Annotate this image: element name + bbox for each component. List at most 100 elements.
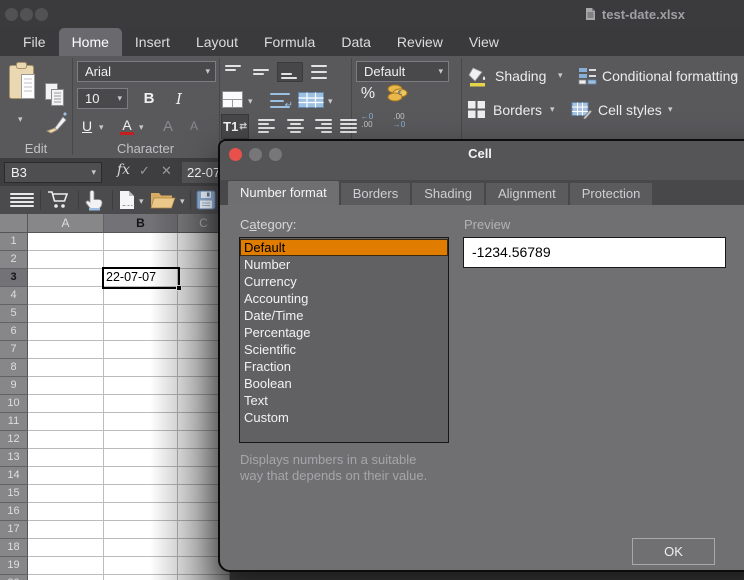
category-option-boolean[interactable]: Boolean xyxy=(240,375,448,392)
row-header-15[interactable]: 15 xyxy=(0,485,28,503)
wrap-text-button[interactable]: ↵ xyxy=(267,90,293,111)
fill-handle[interactable] xyxy=(176,285,182,291)
cell-A16[interactable] xyxy=(28,503,104,521)
row-header-11[interactable]: 11 xyxy=(0,413,28,431)
cell-A8[interactable] xyxy=(28,359,104,377)
menu-item-formula[interactable]: Formula xyxy=(251,28,328,56)
cell-name-box[interactable]: B3▾ xyxy=(4,162,102,183)
cell-B18[interactable] xyxy=(104,539,178,557)
cell-A11[interactable] xyxy=(28,413,104,431)
new-document-icon[interactable] xyxy=(119,190,135,210)
dialog-tab-borders[interactable]: Borders xyxy=(341,183,411,205)
category-option-currency[interactable]: Currency xyxy=(240,273,448,290)
window-close-button[interactable] xyxy=(5,8,18,21)
number-format-select[interactable]: Default▾ xyxy=(356,61,449,82)
row-header-3[interactable]: 3 xyxy=(0,269,28,287)
cell-A14[interactable] xyxy=(28,467,104,485)
window-zoom-button[interactable] xyxy=(35,8,48,21)
align-top-button[interactable] xyxy=(221,62,247,82)
row-header-18[interactable]: 18 xyxy=(0,539,28,557)
merge-table-caret[interactable]: ▾ xyxy=(328,96,333,107)
align-left-button[interactable] xyxy=(255,117,279,135)
paste-options-caret[interactable]: ▾ xyxy=(18,114,23,125)
cell-B14[interactable] xyxy=(104,467,178,485)
font-name-select[interactable]: Arial▾ xyxy=(77,61,216,82)
row-header-4[interactable]: 4 xyxy=(0,287,28,305)
align-middle-button[interactable] xyxy=(249,62,275,82)
cell-B9[interactable] xyxy=(104,377,178,395)
row-header-2[interactable]: 2 xyxy=(0,251,28,269)
cell-A13[interactable] xyxy=(28,449,104,467)
category-option-fraction[interactable]: Fraction xyxy=(240,358,448,375)
sidebar-toggle-icon[interactable] xyxy=(10,193,34,207)
dialog-tab-number-format[interactable]: Number format xyxy=(228,181,339,205)
column-header-A[interactable]: A xyxy=(28,214,104,233)
menu-item-file[interactable]: File xyxy=(10,28,59,56)
ok-button[interactable]: OK xyxy=(632,538,715,565)
menu-item-review[interactable]: Review xyxy=(384,28,456,56)
menu-item-layout[interactable]: Layout xyxy=(183,28,251,56)
paste-icon[interactable] xyxy=(8,61,40,103)
cell-B5[interactable] xyxy=(104,305,178,323)
category-option-accounting[interactable]: Accounting xyxy=(240,290,448,307)
category-option-number[interactable]: Number xyxy=(240,256,448,273)
cell-A18[interactable] xyxy=(28,539,104,557)
row-header-19[interactable]: 19 xyxy=(0,557,28,575)
font-size-select[interactable]: 10▾ xyxy=(77,88,128,109)
underline-options-caret[interactable]: ▾ xyxy=(99,122,104,133)
row-header-17[interactable]: 17 xyxy=(0,521,28,539)
grow-font-button[interactable]: A xyxy=(157,115,179,137)
row-header-14[interactable]: 14 xyxy=(0,467,28,485)
cell-A15[interactable] xyxy=(28,485,104,503)
conditional-formatting-caret[interactable]: ▾ xyxy=(733,70,738,81)
cell-A6[interactable] xyxy=(28,323,104,341)
cell-A20[interactable] xyxy=(28,575,104,580)
menu-item-data[interactable]: Data xyxy=(328,28,384,56)
cell-styles-caret[interactable]: ▾ xyxy=(668,104,673,115)
shading-caret[interactable]: ▾ xyxy=(558,70,563,81)
dialog-tab-alignment[interactable]: Alignment xyxy=(486,183,568,205)
italic-button[interactable]: I xyxy=(167,88,191,109)
row-header-6[interactable]: 6 xyxy=(0,323,28,341)
cell-A10[interactable] xyxy=(28,395,104,413)
dialog-titlebar[interactable]: Cell xyxy=(220,141,744,167)
align-center-button[interactable] xyxy=(283,117,307,135)
align-right-button[interactable] xyxy=(311,117,335,135)
percent-format-button[interactable]: % xyxy=(356,84,380,104)
cell-B19[interactable] xyxy=(104,557,178,575)
cell-B4[interactable] xyxy=(104,287,178,305)
category-option-text[interactable]: Text xyxy=(240,392,448,409)
row-header-10[interactable]: 10 xyxy=(0,395,28,413)
cancel-entry-icon[interactable]: ✕ xyxy=(161,163,172,179)
dialog-tab-protection[interactable]: Protection xyxy=(570,183,653,205)
column-header-B[interactable]: B xyxy=(104,214,178,233)
bold-button[interactable]: B xyxy=(137,88,161,109)
cell-B20[interactable] xyxy=(104,575,178,580)
cell-B6[interactable] xyxy=(104,323,178,341)
open-document-caret[interactable]: ▾ xyxy=(180,196,185,207)
dialog-tab-shading[interactable]: Shading xyxy=(412,183,484,205)
open-document-icon[interactable] xyxy=(150,191,176,209)
window-minimize-button[interactable] xyxy=(20,8,33,21)
active-cell-selection[interactable]: 22-07-07 xyxy=(102,267,180,289)
cell-A1[interactable] xyxy=(28,233,104,251)
cell-B1[interactable] xyxy=(104,233,178,251)
row-header-7[interactable]: 7 xyxy=(0,341,28,359)
cell-B17[interactable] xyxy=(104,521,178,539)
text-orientation-button[interactable]: T1 ⇄ xyxy=(221,114,249,139)
cell-A12[interactable] xyxy=(28,431,104,449)
font-color-button[interactable]: A xyxy=(117,115,137,137)
shrink-font-button[interactable]: A xyxy=(183,115,205,137)
cell-A19[interactable] xyxy=(28,557,104,575)
align-bottom-button[interactable] xyxy=(277,62,303,82)
cell-B13[interactable] xyxy=(104,449,178,467)
format-painter-icon[interactable] xyxy=(44,110,68,134)
remove-decimal-button[interactable]: .00 →0 xyxy=(385,113,413,129)
row-header-9[interactable]: 9 xyxy=(0,377,28,395)
currency-format-icon[interactable]: € xyxy=(386,84,410,102)
touch-mode-hand-icon[interactable] xyxy=(84,189,104,211)
add-decimal-button[interactable]: ←0 .00 xyxy=(353,113,381,129)
cell-B16[interactable] xyxy=(104,503,178,521)
category-option-default[interactable]: Default xyxy=(240,239,448,256)
save-icon[interactable] xyxy=(196,190,216,210)
